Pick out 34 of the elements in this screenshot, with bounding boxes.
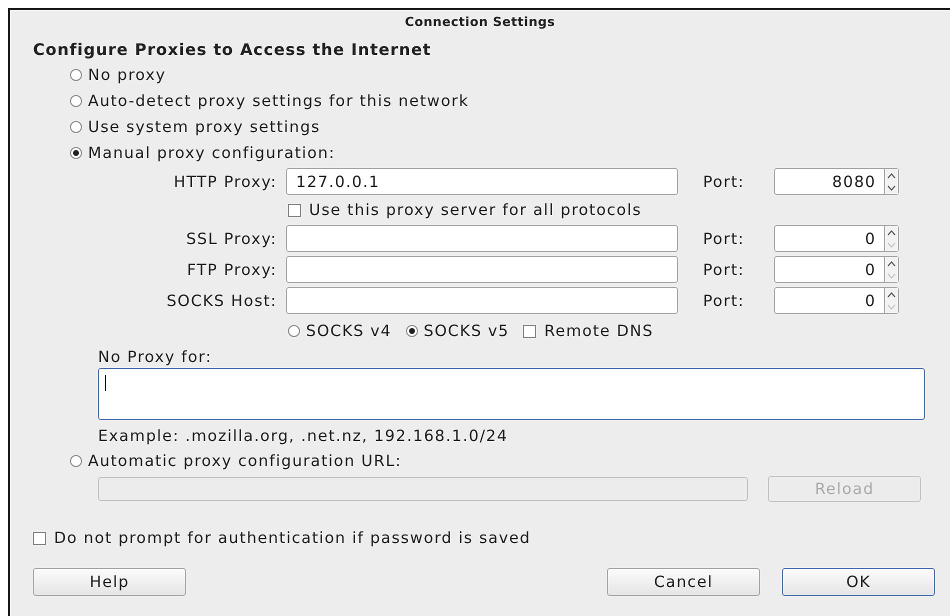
section-heading: Configure Proxies to Access the Internet: [33, 39, 432, 61]
port-spinbox[interactable]: 0: [774, 225, 899, 252]
checkbox-option[interactable]: Do not prompt for authentication if password is saved: [33, 524, 950, 552]
hint-text: Example: .mozilla.org, .net.nz, 192.168.1.0/24: [98, 426, 509, 447]
no-proxy-field[interactable]: [98, 368, 925, 420]
radio-option[interactable]: SOCKS v5: [406, 316, 510, 346]
field-label: FTP Proxy:: [186, 260, 278, 278]
checkbox-option[interactable]: Remote DNS: [523, 316, 654, 346]
port-spinbox[interactable]: 0: [774, 256, 899, 283]
radio-option[interactable]: No proxy: [70, 62, 950, 88]
proxy-host-field[interactable]: [286, 256, 678, 283]
field-label: HTTP Proxy:: [172, 172, 278, 190]
radio-option[interactable]: Auto-detect proxy settings for this network: [70, 88, 950, 114]
dialog-button[interactable]: Cancel: [607, 568, 760, 596]
radio-option[interactable]: Use system proxy settings: [70, 114, 950, 140]
radio-option[interactable]: Manual proxy configuration:: [70, 140, 950, 166]
proxy-host-field[interactable]: 127.0.0.1: [286, 168, 678, 195]
port-label: Port:: [702, 172, 746, 190]
port-spinbox[interactable]: 8080: [774, 168, 899, 195]
dialog-button[interactable]: Help: [33, 568, 186, 596]
port-label: Port:: [702, 292, 746, 310]
port-label: Port:: [702, 230, 746, 248]
port-label: Port:: [702, 260, 746, 278]
field-label: SOCKS Host:: [166, 292, 278, 310]
field-label: SSL Proxy:: [185, 230, 278, 248]
dialog-button[interactable]: OK: [782, 568, 935, 596]
proxy-host-field[interactable]: [286, 225, 678, 252]
window-title: Connection Settings: [404, 14, 556, 28]
radio-option[interactable]: Automatic proxy configuration URL:: [33, 448, 950, 474]
port-spinbox[interactable]: 0: [774, 287, 899, 314]
checkbox-option[interactable]: Use this proxy server for all protocols: [288, 197, 950, 223]
radio-option[interactable]: SOCKS v4: [288, 316, 392, 346]
proxy-host-field[interactable]: [286, 287, 678, 314]
field-label: No Proxy for:: [98, 347, 213, 368]
